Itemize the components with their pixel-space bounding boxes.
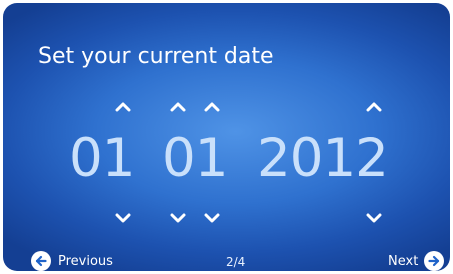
month-tens-increment-chevron-up-icon[interactable] xyxy=(165,98,191,114)
day-value: 01 xyxy=(69,128,135,189)
next-label: Next xyxy=(388,253,419,269)
year-increment-chevron-up-icon[interactable] xyxy=(361,98,387,114)
day-decrement-chevron-down-icon[interactable] xyxy=(110,210,136,226)
next-button[interactable]: Next xyxy=(388,251,445,271)
date-setup-screen: Set your current date 01 01 2012 Previou… xyxy=(3,3,450,271)
arrow-left-circle-icon xyxy=(31,251,51,271)
month-units-increment-chevron-up-icon[interactable] xyxy=(199,98,225,114)
day-increment-chevron-up-icon[interactable] xyxy=(110,98,136,114)
previous-button[interactable]: Previous xyxy=(31,251,113,271)
page-title: Set your current date xyxy=(38,44,274,69)
year-value: 2012 xyxy=(257,128,389,189)
month-value: 01 xyxy=(162,128,228,189)
previous-label: Previous xyxy=(58,253,113,269)
month-units-decrement-chevron-down-icon[interactable] xyxy=(199,210,225,226)
month-tens-decrement-chevron-down-icon[interactable] xyxy=(165,210,191,226)
page-indicator: 2/4 xyxy=(226,255,246,269)
arrow-right-circle-icon xyxy=(424,251,445,271)
year-decrement-chevron-down-icon[interactable] xyxy=(361,210,387,226)
